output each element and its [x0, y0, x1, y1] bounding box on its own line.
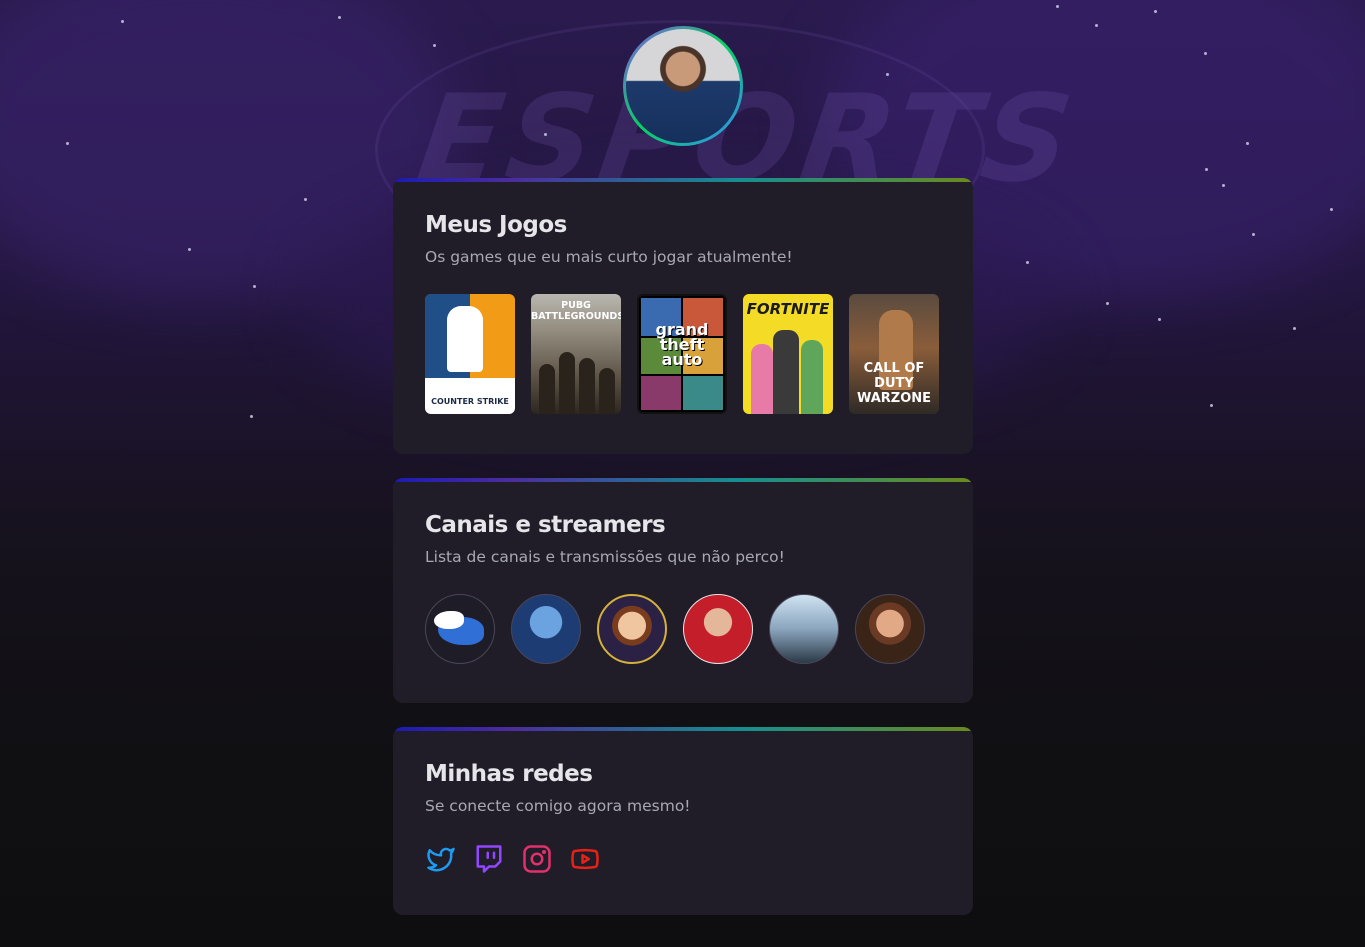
game-logo-text: grand theft auto	[655, 320, 709, 369]
game-logo-text: CALL OF DUTY WARZONE	[856, 361, 932, 406]
profile-avatar	[623, 26, 743, 146]
games-list: COUNTER STRIKE PUBG BATTLEGROUNDS grand …	[425, 294, 941, 414]
channel-avatar-3[interactable]	[597, 594, 667, 664]
social-card-title: Minhas redes	[425, 761, 593, 787]
youtube-icon	[571, 848, 599, 870]
game-warzone[interactable]: CALL OF DUTY WARZONE	[849, 294, 939, 414]
game-pubg[interactable]: PUBG BATTLEGROUNDS	[531, 294, 621, 414]
avatar	[626, 29, 740, 143]
game-logo-text: PUBG BATTLEGROUNDS	[531, 300, 621, 322]
instagram-icon	[523, 845, 551, 873]
twitch-icon	[476, 845, 502, 873]
twitch-link[interactable]	[473, 843, 505, 875]
channel-avatar-4[interactable]	[683, 594, 753, 664]
game-gta-v[interactable]: grand theft auto	[637, 294, 727, 414]
channels-card-subtitle: Lista de canais e transmissões que não p…	[425, 548, 785, 566]
twitter-icon	[427, 847, 455, 872]
channels-card: Canais e streamers Lista de canais e tra…	[393, 478, 973, 703]
game-logo-text: COUNTER STRIKE	[431, 397, 509, 406]
game-fortnite[interactable]: FORTNITE	[743, 294, 833, 414]
twitter-link[interactable]	[425, 843, 457, 875]
games-card-subtitle: Os games que eu mais curto jogar atualme…	[425, 248, 793, 266]
social-links	[425, 843, 941, 875]
games-card: Meus Jogos Os games que eu mais curto jo…	[393, 178, 973, 454]
channel-avatar-1[interactable]	[425, 594, 495, 664]
game-counter-strike[interactable]: COUNTER STRIKE	[425, 294, 515, 414]
social-card-subtitle: Se conecte comigo agora mesmo!	[425, 797, 691, 815]
social-card: Minhas redes Se conecte comigo agora mes…	[393, 727, 973, 915]
youtube-link[interactable]	[569, 843, 601, 875]
games-card-title: Meus Jogos	[425, 212, 567, 238]
soldier-silhouette-icon	[447, 306, 483, 372]
channel-avatar-2[interactable]	[511, 594, 581, 664]
channel-avatar-5[interactable]	[769, 594, 839, 664]
channels-card-title: Canais e streamers	[425, 512, 666, 538]
game-logo-text: FORTNITE	[746, 300, 830, 318]
channel-avatar-6[interactable]	[855, 594, 925, 664]
channels-list	[425, 594, 941, 664]
instagram-link[interactable]	[521, 843, 553, 875]
